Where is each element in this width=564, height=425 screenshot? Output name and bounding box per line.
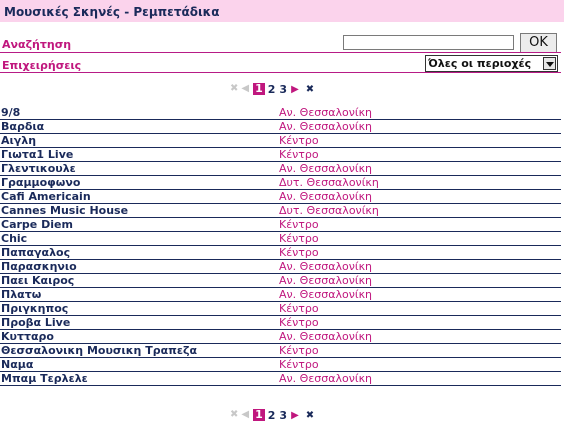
venue-name[interactable]: Πριγκηπος (1, 302, 68, 316)
next-page-icon[interactable]: ▶ (291, 84, 299, 95)
venue-name[interactable]: Ναμα (1, 358, 33, 372)
list-item: Θεσσαλονικη Μουσικη Τραπεζα Κέντρο (0, 344, 561, 358)
venue-area[interactable]: Αν. Θεσσαλονίκη (279, 274, 372, 288)
venue-area[interactable]: Κέντρο (279, 344, 319, 358)
venue-name[interactable]: Βαρδια (1, 120, 44, 134)
venue-name[interactable]: Γλεντικουλε (1, 162, 76, 176)
venue-name[interactable]: Cannes Music House (1, 204, 128, 218)
venue-name[interactable]: Carpe Diem (1, 218, 73, 232)
last-page-icon[interactable]: ✖ (306, 84, 314, 95)
venue-name[interactable]: Παπαγαλος (1, 246, 70, 260)
venue-name[interactable]: Chic (1, 232, 27, 246)
page-link[interactable]: 2 (268, 83, 276, 96)
first-page-icon: ✖ (230, 409, 239, 420)
venue-name[interactable]: Γιωτα1 Live (1, 148, 73, 162)
venue-name[interactable]: Μπαμ Τερλελε (1, 372, 88, 386)
venue-area[interactable]: Αν. Θεσσαλονίκη (279, 372, 372, 386)
current-page: 1 (253, 82, 265, 95)
last-page-icon[interactable]: ✖ (306, 410, 314, 421)
list-item: Γραμμοφωνο Δυτ. Θεσσαλονίκη (0, 176, 561, 190)
list-item: Παει Καιρος Αν. Θεσσαλονίκη (0, 274, 561, 288)
venue-name[interactable]: Παρασκηνιο (1, 260, 77, 274)
venue-name[interactable]: Cafi Americain (1, 190, 91, 204)
venue-name[interactable]: Θεσσαλονικη Μουσικη Τραπεζα (1, 344, 197, 358)
venue-area[interactable]: Αν. Θεσσαλονίκη (279, 106, 372, 120)
list-item: Κυτταρο Αν. Θεσσαλονίκη (0, 330, 561, 344)
list-item: Cannes Music House Δυτ. Θεσσαλονίκη (0, 204, 561, 218)
venue-area[interactable]: Αν. Θεσσαλονίκη (279, 288, 372, 302)
page-header: Μουσικές Σκηνές - Ρεμπετάδικα (0, 0, 564, 22)
area-select-value: Όλες οι περιοχές (428, 57, 532, 70)
page-link[interactable]: 2 (268, 409, 276, 422)
area-select[interactable]: Όλες οι περιοχές (425, 55, 558, 72)
list-item: Προβα Live Κέντρο (0, 316, 561, 330)
venue-area[interactable]: Κέντρο (279, 148, 319, 162)
ok-button[interactable]: OK (520, 33, 557, 53)
venue-name[interactable]: Γραμμοφωνο (1, 176, 80, 190)
prev-page-icon: ◀ (241, 83, 250, 94)
pagination-bottom: ✖ ◀ 1 2 3 ▶ ✖ (230, 408, 314, 422)
list-item: Ναμα Κέντρο (0, 358, 561, 372)
first-page-icon: ✖ (230, 83, 239, 94)
venue-area[interactable]: Αν. Θεσσαλονίκη (279, 260, 372, 274)
list-item: Βαρδια Αν. Θεσσαλονίκη (0, 120, 561, 134)
venue-list: 9/8 Αν. Θεσσαλονίκη Βαρδια Αν. Θεσσαλονίκη… (0, 106, 561, 386)
venue-area[interactable]: Κέντρο (279, 232, 319, 246)
list-item: Πλατω Αν. Θεσσαλονίκη (0, 288, 561, 302)
venue-name[interactable]: Αιγλη (1, 134, 36, 148)
list-item: Αιγλη Κέντρο (0, 134, 561, 148)
list-item: Carpe Diem Κέντρο (0, 218, 561, 232)
venue-area[interactable]: Αν. Θεσσαλονίκη (279, 162, 372, 176)
venue-name[interactable]: Πλατω (1, 288, 41, 302)
chevron-down-icon[interactable] (543, 57, 556, 70)
venue-area[interactable]: Δυτ. Θεσσαλονίκη (279, 176, 379, 190)
page-link[interactable]: 3 (279, 409, 287, 422)
list-item: Γιωτα1 Live Κέντρο (0, 148, 561, 162)
list-item: Παρασκηνιο Αν. Θεσσαλονίκη (0, 260, 561, 274)
venue-area[interactable]: Αν. Θεσσαλονίκη (279, 330, 372, 344)
divider (0, 52, 561, 53)
pagination-top: ✖ ◀ 1 2 3 ▶ ✖ (230, 82, 314, 96)
search-input[interactable] (343, 35, 514, 50)
current-page: 1 (253, 408, 265, 421)
venue-area[interactable]: Κέντρο (279, 358, 319, 372)
prev-page-icon: ◀ (241, 409, 250, 420)
list-item: Chic Κέντρο (0, 232, 561, 246)
venue-area[interactable]: Αν. Θεσσαλονίκη (279, 190, 372, 204)
venue-area[interactable]: Δυτ. Θεσσαλονίκη (279, 204, 379, 218)
venue-area[interactable]: Αν. Θεσσαλονίκη (279, 120, 372, 134)
list-item: Cafi Americain Αν. Θεσσαλονίκη (0, 190, 561, 204)
venue-name[interactable]: Παει Καιρος (1, 274, 74, 288)
divider (0, 72, 561, 73)
venue-name[interactable]: Προβα Live (1, 316, 70, 330)
venue-area[interactable]: Κέντρο (279, 246, 319, 260)
list-item: Πριγκηπος Κέντρο (0, 302, 561, 316)
venue-area[interactable]: Κέντρο (279, 218, 319, 232)
list-item: Παπαγαλος Κέντρο (0, 246, 561, 260)
page-title: Μουσικές Σκηνές - Ρεμπετάδικα (4, 5, 220, 19)
search-label: Αναζήτηση (2, 38, 72, 51)
list-item: Μπαμ Τερλελε Αν. Θεσσαλονίκη (0, 372, 561, 386)
venue-area[interactable]: Κέντρο (279, 316, 319, 330)
page-link[interactable]: 3 (279, 83, 287, 96)
venue-name[interactable]: 9/8 (1, 106, 20, 120)
filter-label: Επιχειρήσεις (2, 59, 82, 72)
list-item: Γλεντικουλε Αν. Θεσσαλονίκη (0, 162, 561, 176)
next-page-icon[interactable]: ▶ (291, 410, 299, 421)
list-item: 9/8 Αν. Θεσσαλονίκη (0, 106, 561, 120)
venue-area[interactable]: Κέντρο (279, 134, 319, 148)
venue-area[interactable]: Κέντρο (279, 302, 319, 316)
venue-name[interactable]: Κυτταρο (1, 330, 54, 344)
